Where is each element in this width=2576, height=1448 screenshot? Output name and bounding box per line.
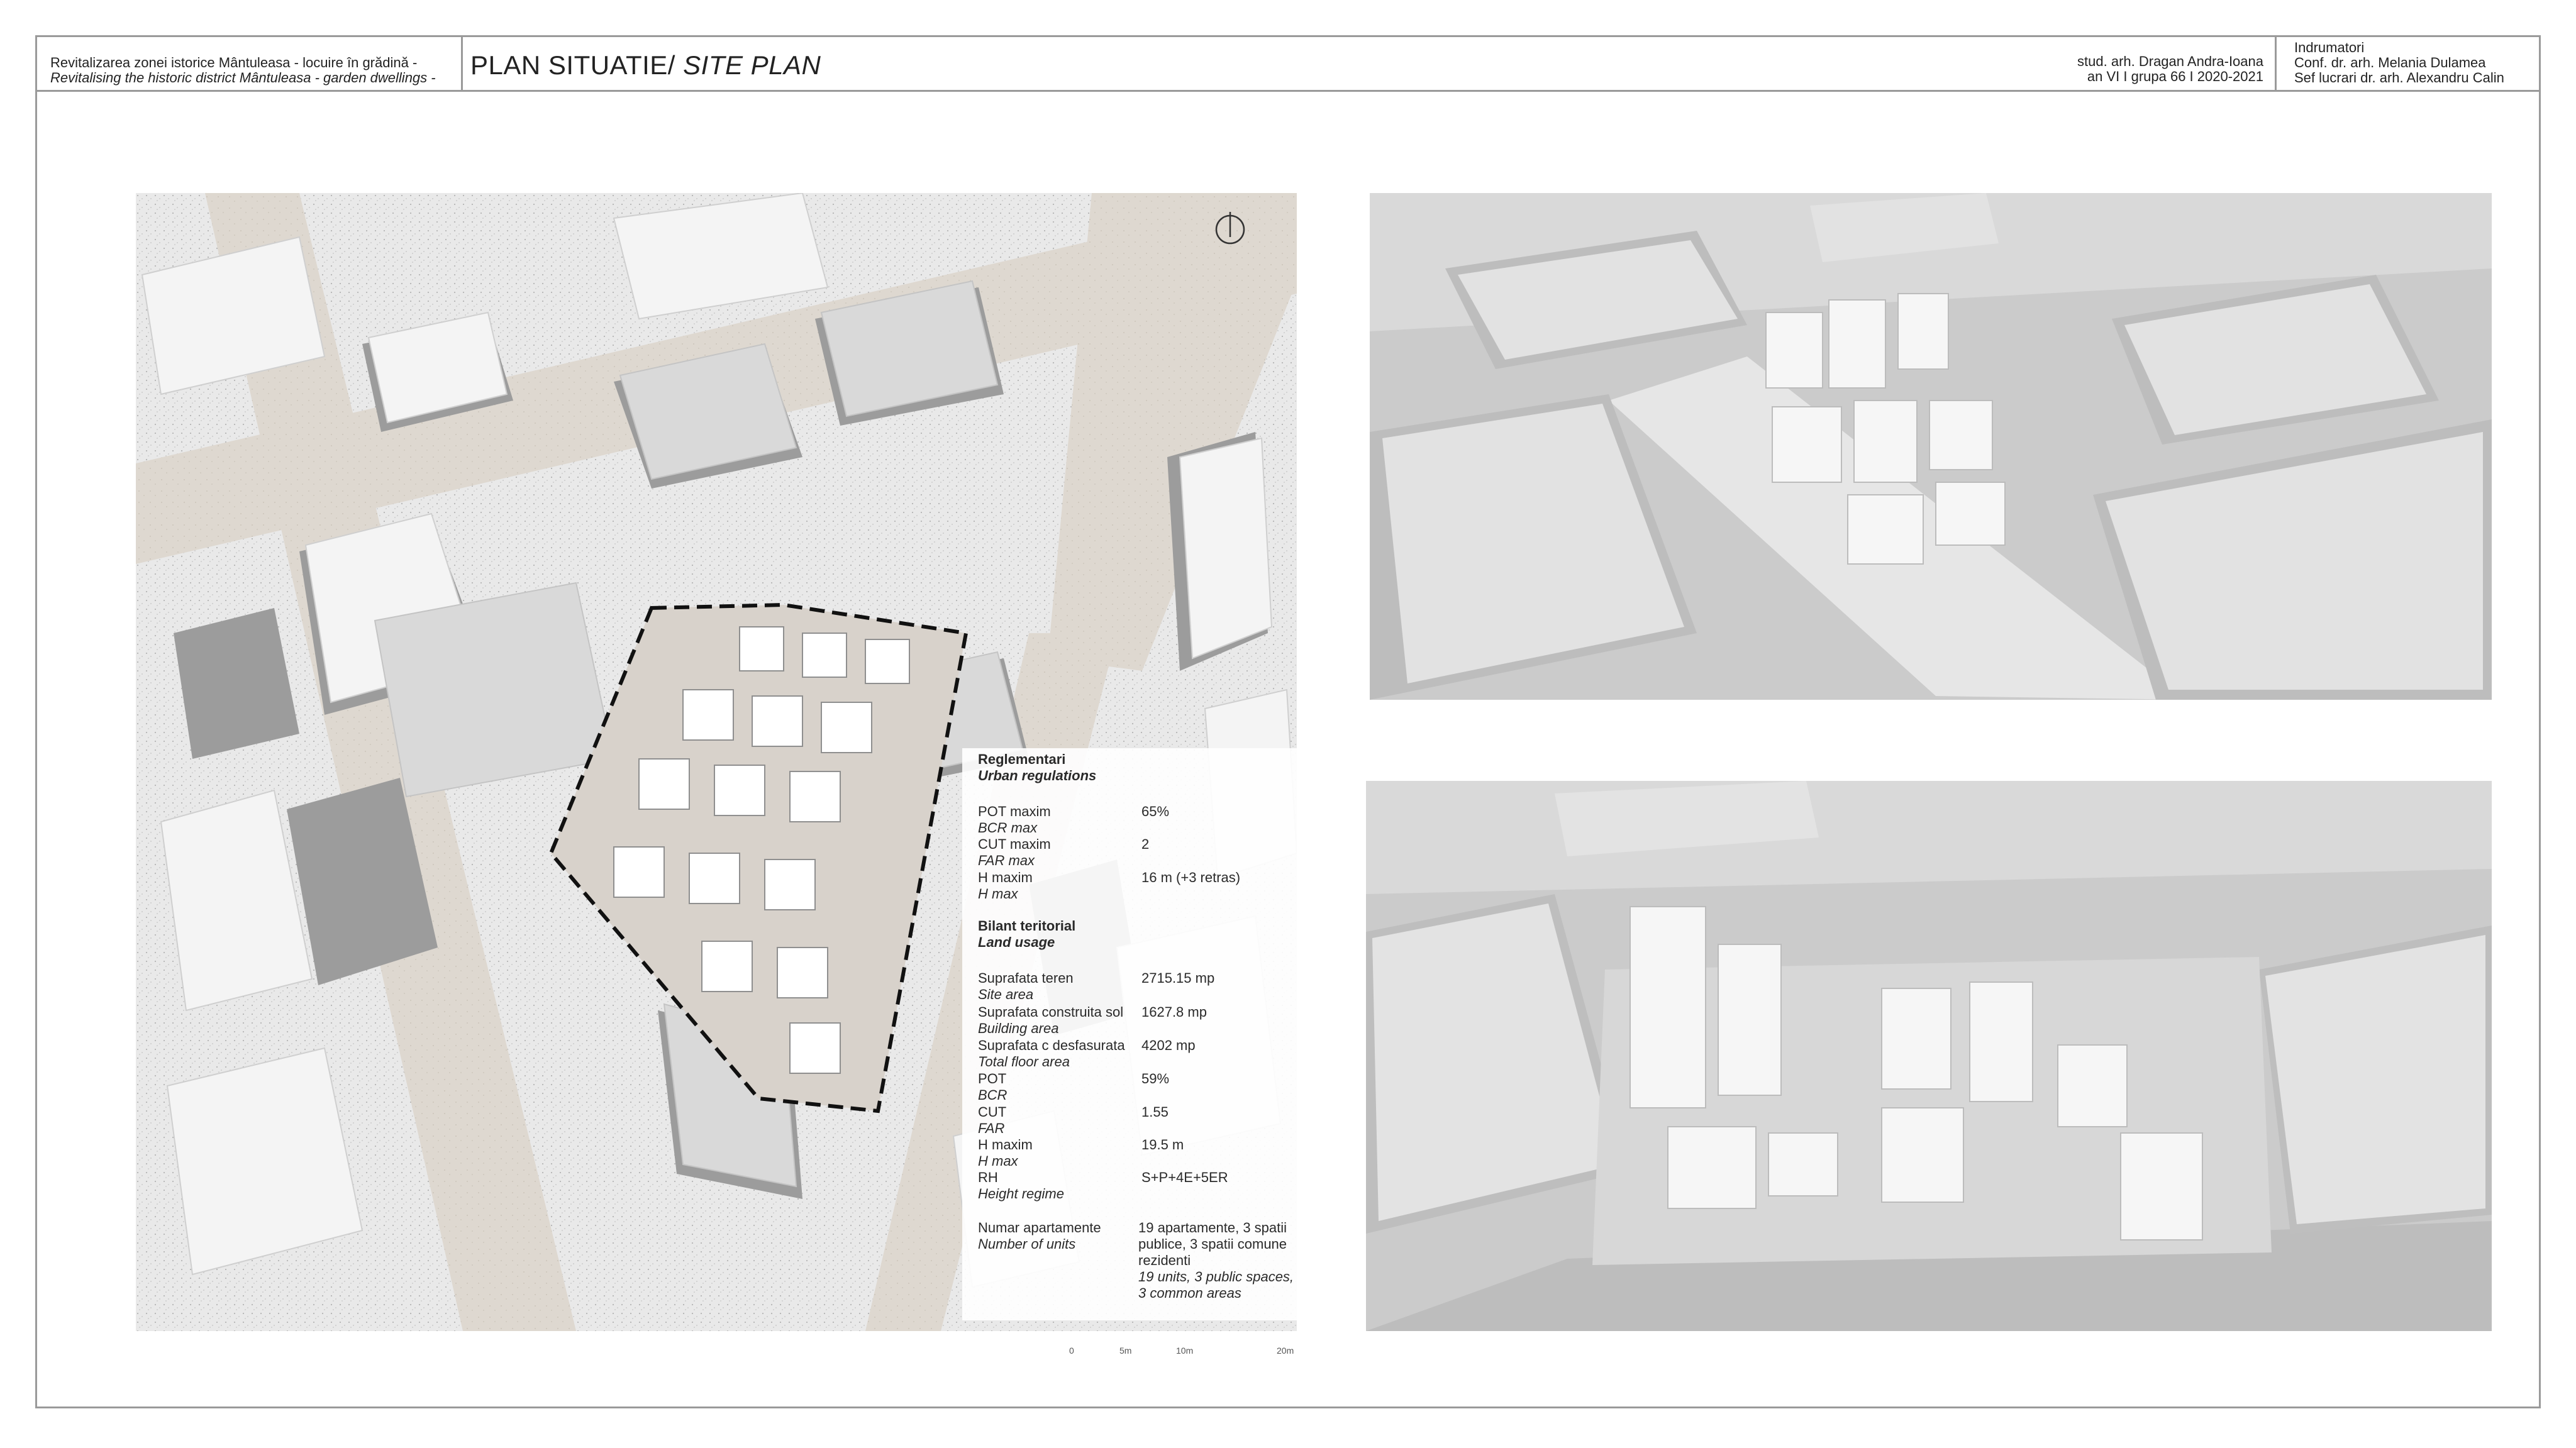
pot-value: 59% bbox=[1141, 1071, 1170, 1086]
reg-cut-label: CUT maxim FAR max bbox=[978, 836, 1051, 869]
land-usage-heading-en: Land usage bbox=[978, 934, 1055, 950]
cut-value: 1.55 bbox=[1141, 1104, 1169, 1120]
reg-h-label: H maxim H max bbox=[978, 870, 1033, 902]
reg-cut-label-ro: CUT maxim bbox=[978, 836, 1051, 852]
reg-cut-label-en: FAR max bbox=[978, 853, 1035, 868]
cut-label-en: FAR bbox=[978, 1120, 1005, 1136]
sheet-title-en: SITE PLAN bbox=[683, 50, 821, 80]
tutors-block: Indrumatori Conf. dr. arh. Melania Dulam… bbox=[2283, 35, 2541, 90]
h-label-en: H max bbox=[978, 1153, 1018, 1169]
h-label: H maxim H max bbox=[978, 1137, 1033, 1169]
units-value-ro-2: publice, 3 spatii comune bbox=[1138, 1236, 1287, 1252]
project-title: Revitalizarea zonei istorice Mântuleasa … bbox=[35, 35, 463, 90]
aerial-render-1 bbox=[1370, 193, 2492, 700]
cut-label-ro: CUT bbox=[978, 1104, 1007, 1120]
reg-h-value: 16 m (+3 retras) bbox=[1141, 870, 1241, 885]
tutors-label: Indrumatori bbox=[2294, 40, 2365, 55]
site-area-label: Suprafata teren Site area bbox=[978, 970, 1074, 1003]
project-title-ro: Revitalizarea zonei istorice Mântuleasa … bbox=[50, 55, 418, 70]
units-label-en: Number of units bbox=[978, 1236, 1076, 1252]
rh-value: S+P+4E+5ER bbox=[1141, 1169, 1228, 1185]
pot-label: POT BCR bbox=[978, 1071, 1007, 1103]
units-value: 19 apartamente, 3 spatii publice, 3 spat… bbox=[1138, 1220, 1294, 1302]
tutor-1: Conf. dr. arh. Melania Dulamea bbox=[2294, 55, 2486, 70]
site-area-value: 2715.15 mp bbox=[1141, 970, 1215, 986]
cut-label: CUT FAR bbox=[978, 1104, 1006, 1137]
reg-pot-label: POT maxim BCR max bbox=[978, 804, 1051, 836]
rh-label-ro: RH bbox=[978, 1169, 998, 1185]
reg-pot-label-ro: POT maxim bbox=[978, 804, 1051, 819]
reg-pot-value: 65% bbox=[1141, 804, 1170, 819]
building-area-label-ro: Suprafata construita sol bbox=[978, 1004, 1124, 1020]
units-label-ro: Numar apartamente bbox=[978, 1220, 1101, 1235]
student-info: an VI I grupa 66 I 2020-2021 bbox=[2087, 69, 2263, 84]
floor-area-value: 4202 mp bbox=[1141, 1037, 1196, 1053]
regulations-heading-ro: Reglementari bbox=[978, 751, 1066, 767]
h-label-ro: H maxim bbox=[978, 1137, 1033, 1152]
land-usage-heading-ro: Bilant teritorial bbox=[978, 918, 1076, 934]
site-area-label-en: Site area bbox=[978, 987, 1034, 1002]
scale-bar: 0 5m 10m 20m bbox=[1069, 1346, 1296, 1364]
scale-tick-20m: 20m bbox=[1277, 1346, 1294, 1356]
title-block: Revitalizarea zonei istorice Mântuleasa … bbox=[35, 35, 2541, 92]
units-value-ro-1: 19 apartamente, 3 spatii bbox=[1138, 1220, 1287, 1235]
h-value: 19.5 m bbox=[1141, 1137, 1184, 1152]
building-area-label-en: Building area bbox=[978, 1020, 1059, 1036]
site-area-label-ro: Suprafata teren bbox=[978, 970, 1074, 986]
sheet-title-main: PLAN SITUATIE/ bbox=[470, 50, 684, 80]
aerial-render-2 bbox=[1366, 781, 2492, 1331]
building-area-label: Suprafata construita sol Building area bbox=[978, 1004, 1123, 1037]
sheet-title: PLAN SITUATIE/ SITE PLAN bbox=[470, 50, 821, 80]
reg-h-label-en: H max bbox=[978, 886, 1018, 902]
student-name: stud. arh. Dragan Andra-Ioana bbox=[2077, 53, 2263, 69]
rh-label-en: Height regime bbox=[978, 1186, 1064, 1202]
project-title-en: Revitalising the historic district Mântu… bbox=[50, 70, 436, 86]
pot-label-ro: POT bbox=[978, 1071, 1007, 1086]
floor-area-label: Suprafata c desfasurata Total floor area bbox=[978, 1037, 1125, 1070]
tutor-2: Sef lucrari dr. arh. Alexandru Calin bbox=[2294, 70, 2504, 86]
building-area-value: 1627.8 mp bbox=[1141, 1004, 1207, 1020]
regulations-heading: Reglementari Urban regulations bbox=[978, 751, 1096, 784]
reg-h-label-ro: H maxim bbox=[978, 870, 1033, 885]
rh-label: RH Height regime bbox=[978, 1169, 1064, 1202]
units-label: Numar apartamente Number of units bbox=[978, 1220, 1101, 1252]
scale-tick-5m: 5m bbox=[1119, 1346, 1132, 1356]
units-value-en-2: 3 common areas bbox=[1138, 1285, 1241, 1301]
reg-cut-value: 2 bbox=[1141, 836, 1150, 852]
student-block: stud. arh. Dragan Andra-Ioana an VI I gr… bbox=[1987, 35, 2277, 90]
scale-tick-10m: 10m bbox=[1176, 1346, 1194, 1356]
reg-pot-label-en: BCR max bbox=[978, 820, 1038, 836]
floor-area-label-ro: Suprafata c desfasurata bbox=[978, 1037, 1125, 1053]
scale-tick-0: 0 bbox=[1069, 1346, 1074, 1356]
floor-area-label-en: Total floor area bbox=[978, 1054, 1070, 1069]
pot-label-en: BCR bbox=[978, 1087, 1008, 1103]
regulations-heading-en: Urban regulations bbox=[978, 768, 1097, 783]
land-usage-heading: Bilant teritorial Land usage bbox=[978, 918, 1075, 951]
units-value-ro-3: rezidenti bbox=[1138, 1252, 1191, 1268]
units-value-en-1: 19 units, 3 public spaces, bbox=[1138, 1269, 1294, 1285]
